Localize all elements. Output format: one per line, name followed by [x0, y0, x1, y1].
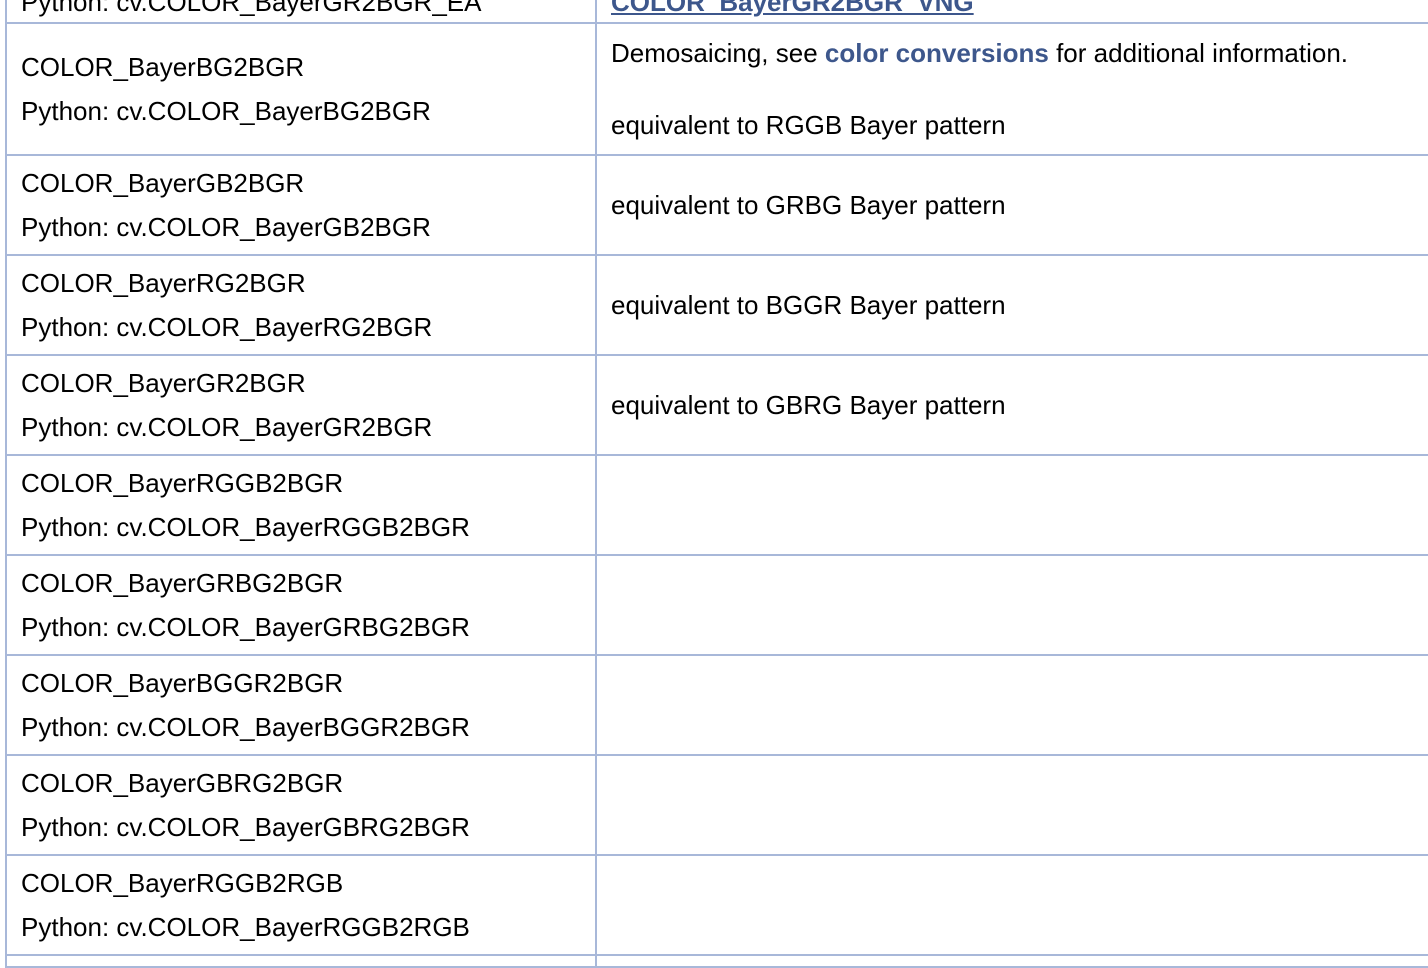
enum-cell-partial: Python: cv.COLOR_BayerGR2BGR_EA [5, 0, 597, 24]
desc-text: equivalent to GRBG Bayer pattern [611, 190, 1006, 220]
table-row: COLOR_BayerBGGR2BGR Python: cv.COLOR_Bay… [5, 654, 1428, 756]
desc-cell: equivalent to BGGR Bayer pattern [595, 254, 1428, 356]
enum-cell: COLOR_BayerRG2BGR Python: cv.COLOR_Bayer… [5, 254, 597, 356]
table-row: COLOR_BayerGR2BGR Python: cv.COLOR_Bayer… [5, 354, 1428, 456]
python-name: Python: cv.COLOR_BayerRGGB2BGR [21, 512, 470, 542]
table-row: COLOR_BayerBG2BGR Python: cv.COLOR_Bayer… [5, 22, 1428, 156]
table-row: COLOR_BayerGB2BGR Python: cv.COLOR_Bayer… [5, 154, 1428, 256]
color-conversion-enum-table: Python: cv.COLOR_BayerGR2BGR_EA COLOR_Ba… [5, 0, 1428, 968]
desc-text: equivalent to GBRG Bayer pattern [611, 390, 1006, 420]
enum-name: COLOR_BayerGRBG2BGR [21, 568, 344, 598]
color-conversions-link[interactable]: color conversions [825, 38, 1049, 68]
desc-cell [595, 654, 1428, 756]
python-name: Python: cv.COLOR_BayerGRBG2BGR [21, 612, 470, 642]
python-name: Python: cv.COLOR_BayerGBRG2BGR [21, 812, 470, 842]
desc-text: equivalent to BGGR Bayer pattern [611, 290, 1006, 320]
desc-cell [595, 554, 1428, 656]
desc-cell-partial: COLOR_BayerGR2BGR_VNG [595, 0, 1428, 24]
enum-cell: COLOR_BayerBGGR2BGR Python: cv.COLOR_Bay… [5, 654, 597, 756]
enum-cell: COLOR_BayerRGGB2RGB Python: cv.COLOR_Bay… [5, 854, 597, 956]
enum-cell: COLOR_BayerGB2BGR Python: cv.COLOR_Bayer… [5, 154, 597, 256]
enum-cell: COLOR_BayerGBRG2BGR Python: cv.COLOR_Bay… [5, 754, 597, 856]
table-row-partial: Python: cv.COLOR_BayerGR2BGR_EA COLOR_Ba… [5, 0, 1428, 24]
python-name: Python: cv.COLOR_BayerBG2BGR [21, 96, 431, 126]
desc-cell [595, 454, 1428, 556]
enum-table-container: Python: cv.COLOR_BayerGR2BGR_EA COLOR_Ba… [5, 0, 1428, 968]
enum-name: COLOR_BayerGBRG2BGR [21, 768, 344, 798]
python-name: Python: cv.COLOR_BayerGR2BGR [21, 412, 433, 442]
enum-name: COLOR_BayerBG2BGR [21, 52, 305, 82]
enum-cell: COLOR_BayerGR2BGR Python: cv.COLOR_Bayer… [5, 354, 597, 456]
table-row: COLOR_BayerRG2BGR Python: cv.COLOR_Bayer… [5, 254, 1428, 356]
table-row-partial [5, 954, 1428, 968]
python-name: Python: cv.COLOR_BayerGB2BGR [21, 212, 431, 242]
desc-cell [595, 854, 1428, 956]
python-name: Python: cv.COLOR_BayerBGGR2BGR [21, 712, 470, 742]
desc-cell: equivalent to GBRG Bayer pattern [595, 354, 1428, 456]
desc-note: equivalent to RGGB Bayer pattern [611, 110, 1006, 140]
enum-cell-partial [5, 954, 597, 968]
enum-name: COLOR_BayerGB2BGR [21, 168, 305, 198]
enum-cell: COLOR_BayerRGGB2BGR Python: cv.COLOR_Bay… [5, 454, 597, 556]
desc-prefix: Demosaicing, see [611, 38, 825, 68]
desc-suffix: for additional information. [1048, 38, 1349, 68]
enum-cell: COLOR_BayerGRBG2BGR Python: cv.COLOR_Bay… [5, 554, 597, 656]
python-name: Python: cv.COLOR_BayerRG2BGR [21, 312, 433, 342]
link-partial[interactable]: COLOR_BayerGR2BGR_VNG [611, 1, 1428, 15]
desc-cell-partial [595, 954, 1428, 968]
enum-name: COLOR_BayerGR2BGR [21, 368, 306, 398]
desc-cell [595, 754, 1428, 856]
enum-name: COLOR_BayerRGGB2RGB [21, 868, 344, 898]
python-name: Python: cv.COLOR_BayerRGGB2RGB [21, 912, 470, 942]
table-row: COLOR_BayerGRBG2BGR Python: cv.COLOR_Bay… [5, 554, 1428, 656]
table-row: COLOR_BayerRGGB2RGB Python: cv.COLOR_Bay… [5, 854, 1428, 956]
enum-name: COLOR_BayerRG2BGR [21, 268, 306, 298]
desc-cell: equivalent to GRBG Bayer pattern [595, 154, 1428, 256]
python-name-partial: Python: cv.COLOR_BayerGR2BGR_EA [21, 0, 482, 17]
enum-name: COLOR_BayerRGGB2BGR [21, 468, 344, 498]
table-row: COLOR_BayerRGGB2BGR Python: cv.COLOR_Bay… [5, 454, 1428, 556]
table-row: COLOR_BayerGBRG2BGR Python: cv.COLOR_Bay… [5, 754, 1428, 856]
enum-cell: COLOR_BayerBG2BGR Python: cv.COLOR_Bayer… [5, 22, 597, 156]
enum-name: COLOR_BayerBGGR2BGR [21, 668, 344, 698]
desc-text: Demosaicing, see color conversions for a… [611, 31, 1428, 75]
desc-cell: Demosaicing, see color conversions for a… [595, 22, 1428, 156]
